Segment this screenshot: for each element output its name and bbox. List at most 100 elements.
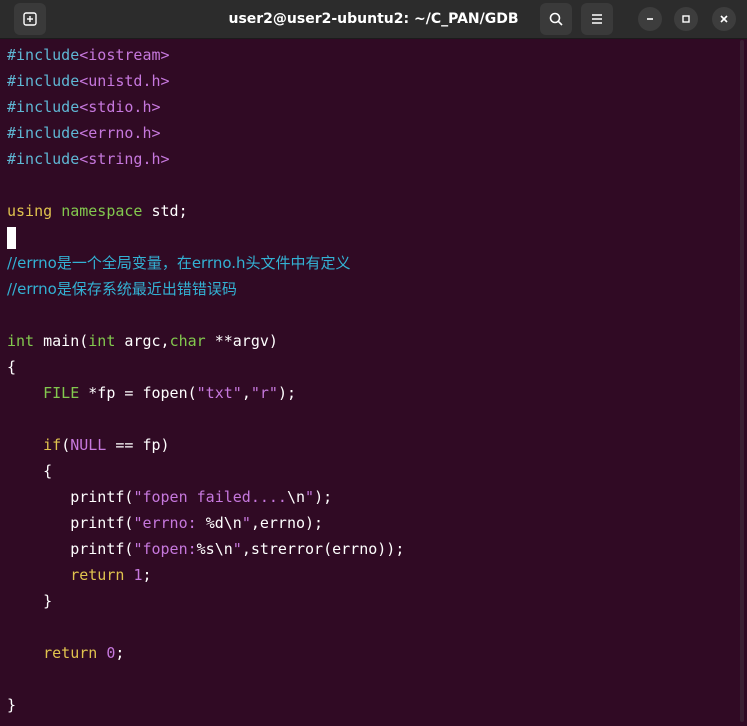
code-token: namespace [61,202,143,220]
code-token: printf( [7,488,134,506]
code-line: int main(int argc,char **argv) [7,328,737,354]
code-token: " [232,540,242,558]
code-token: #include [7,124,80,142]
code-line: #include<string.h> [7,146,737,172]
code-token: NULL [70,436,107,454]
code-line: { [7,354,737,380]
code-line: #include<errno.h> [7,120,737,146]
code-token: } [7,592,53,610]
code-token: <stdio.h> [79,98,161,116]
code-token: ); [314,488,333,506]
code-token: std; [142,202,188,220]
code-token: printf( [7,540,134,558]
code-line: //errno是保存系统最近出错错误码 [7,276,737,302]
code-line: } [7,588,737,614]
code-line: FILE *fp = fopen("txt","r"); [7,380,737,406]
code-line: using namespace std; [7,198,737,224]
code-token: "txt" [196,384,242,402]
code-token: printf( [7,514,134,532]
code-token: ; [115,644,125,662]
code-line: } [7,692,737,718]
code-token: argc, [115,332,170,350]
code-token: } [7,696,17,714]
code-token: return [43,644,98,662]
code-editor[interactable]: #include<iostream> #include<unistd.h> #inc… [7,42,737,718]
close-button[interactable] [712,7,736,31]
code-token: { [7,462,53,480]
code-token: int [88,332,116,350]
code-token: <errno.h> [79,124,161,142]
code-token: { [7,358,17,376]
code-token: using [7,202,53,220]
code-token: //errno是保存系统最近出错错误码 [7,280,237,298]
code-line: { [7,458,737,484]
code-token: "r" [250,384,278,402]
code-token: *fp = fopen( [79,384,197,402]
window-title: user2@user2-ubuntu2: ~/C_PAN/GDB [228,11,519,27]
code-token: ; [142,566,152,584]
menu-button[interactable] [581,3,613,35]
code-token: ,strerror(errno)); [241,540,405,558]
text-cursor [7,226,16,249]
code-token: #include [7,72,80,90]
code-line: printf("fopen:%s\n",strerror(errno)); [7,536,737,562]
code-token: FILE [43,384,80,402]
search-icon [549,12,563,26]
code-token: main( [34,332,89,350]
code-line [7,224,737,250]
code-token: <string.h> [79,150,170,168]
code-token: <unistd.h> [79,72,170,90]
code-token: "fopen failed.... [133,488,287,506]
code-line: printf("fopen failed....\n"); [7,484,737,510]
code-token: ,errno); [250,514,324,532]
minimize-icon [647,18,653,20]
code-token: ); [277,384,296,402]
code-token: " [305,488,315,506]
code-token: if [43,436,62,454]
code-token: #include [7,150,80,168]
code-line: printf("errno: %d\n",errno); [7,510,737,536]
code-token: #include [7,98,80,116]
code-token: ( [61,436,71,454]
code-token: char [169,332,206,350]
code-token: == fp) [106,436,170,454]
code-token: **argv) [205,332,278,350]
close-icon [720,15,728,23]
maximize-button[interactable] [674,7,698,31]
code-line: return 1; [7,562,737,588]
code-token: %d\n [205,514,242,532]
code-token: <iostream> [79,46,170,64]
code-token: , [241,384,251,402]
code-token: return [70,566,125,584]
minimize-button[interactable] [638,7,662,31]
code-token: #include [7,46,80,64]
hamburger-menu-icon [592,14,602,24]
maximize-icon [682,15,690,23]
terminal-window: user2@user2-ubuntu2: ~/C_PAN/GDB #includ… [0,0,747,726]
code-line: #include<unistd.h> [7,68,737,94]
code-line: #include<iostream> [7,42,737,68]
code-line: if(NULL == fp) [7,432,737,458]
search-button[interactable] [540,3,572,35]
code-token: " [241,514,251,532]
code-line: return 0; [7,640,737,666]
code-line: #include<stdio.h> [7,94,737,120]
code-token: \n [286,488,306,506]
code-token: "errno: [133,514,206,532]
code-token: int [7,332,35,350]
scrollbar[interactable] [740,40,744,722]
code-token: "fopen: [133,540,197,558]
code-token: //errno是一个全局变量，在errno.h头文件中有定义 [7,254,351,272]
code-token: %s\n [196,540,233,558]
